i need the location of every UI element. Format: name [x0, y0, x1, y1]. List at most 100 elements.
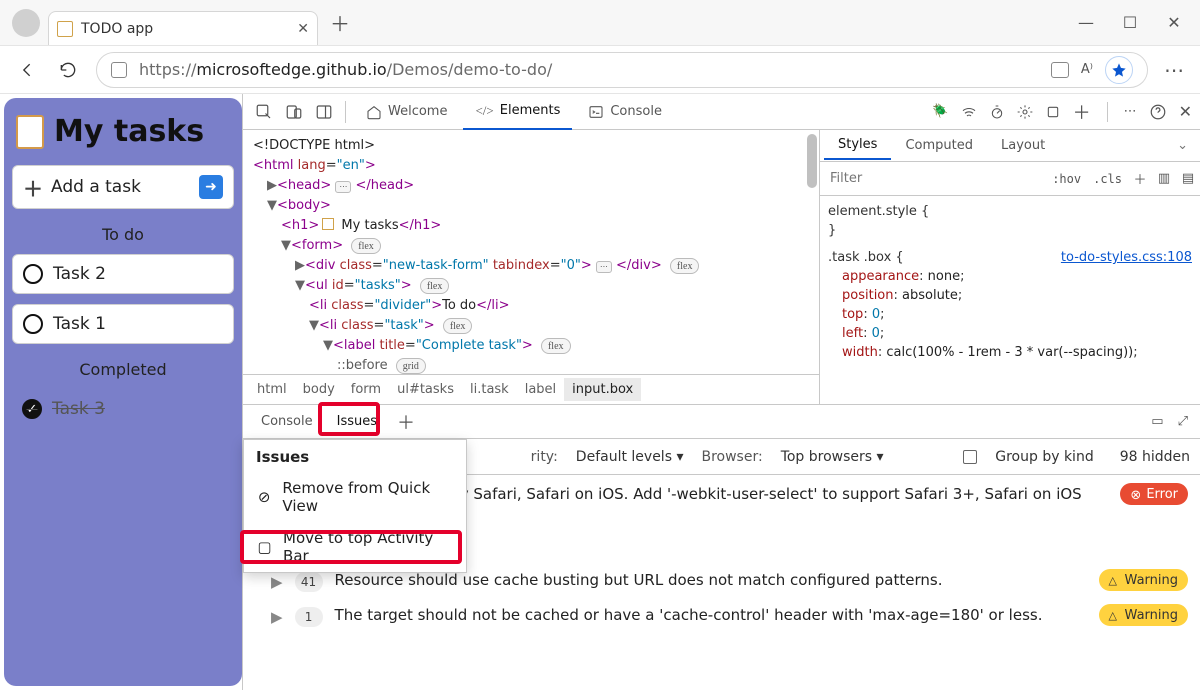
- drawer-tab-issues[interactable]: Issues: [325, 408, 389, 435]
- tab-layout[interactable]: Layout: [987, 132, 1059, 159]
- address-bar[interactable]: https://microsoftedge.github.io/Demos/de…: [96, 52, 1148, 88]
- checkbox-checked-icon[interactable]: [22, 399, 42, 419]
- crumb-selected[interactable]: input.box: [564, 378, 641, 401]
- tab-welcome[interactable]: Welcome: [354, 94, 459, 130]
- todo-app: My tasks ＋ Add a task ➜ To do Task 2 Tas…: [4, 98, 242, 686]
- close-tab-icon[interactable]: ✕: [297, 21, 309, 37]
- favorite-icon[interactable]: [1105, 56, 1133, 84]
- drawer-tab-console[interactable]: Console: [249, 408, 325, 435]
- task-item[interactable]: Task 2: [12, 254, 234, 294]
- hov-toggle[interactable]: :hov: [1046, 172, 1087, 186]
- crumb[interactable]: li.task: [462, 378, 517, 401]
- performance-icon[interactable]: [989, 104, 1005, 120]
- tab-favicon: [57, 21, 73, 37]
- site-info-icon[interactable]: [111, 62, 127, 78]
- more-icon[interactable]: ⋯: [1164, 58, 1184, 82]
- source-link[interactable]: to-do-styles.css:108: [1061, 248, 1192, 267]
- issue-count: 41: [295, 572, 323, 592]
- dock-icon[interactable]: [311, 99, 337, 125]
- breadcrumbs[interactable]: html body form ul#tasks li.task label in…: [243, 374, 819, 404]
- flexbox-overlay-icon[interactable]: ▥: [1152, 171, 1176, 186]
- more-tools-icon[interactable]: ⋯: [1124, 104, 1137, 119]
- refresh-button[interactable]: [56, 58, 80, 82]
- styles-tabs: Styles Computed Layout ⌄: [820, 130, 1200, 162]
- window-controls: — ☐ ✕: [1076, 13, 1192, 32]
- devtools-drawer: Console Issues ＋ ▭ ⤢ Issues rity: Defaul…: [243, 404, 1200, 690]
- group-by-kind-checkbox[interactable]: [963, 450, 977, 464]
- close-window-icon[interactable]: ✕: [1164, 13, 1184, 32]
- crumb[interactable]: html: [249, 378, 295, 401]
- issue-row[interactable]: ▶ 1 The target should not be cached or h…: [243, 598, 1200, 633]
- task-label: Task 1: [53, 314, 106, 334]
- section-todo: To do: [12, 225, 234, 244]
- styles-filter-input[interactable]: [820, 171, 1046, 186]
- dom-scrollbar[interactable]: [805, 134, 819, 364]
- task-label: Task 3: [52, 399, 105, 419]
- devtools-toolbar: Welcome </> Elements Console 🪲 ＋: [243, 94, 1200, 130]
- crumb[interactable]: ul#tasks: [389, 378, 462, 401]
- profile-avatar[interactable]: [12, 9, 40, 37]
- checkbox-icon[interactable]: [23, 314, 43, 334]
- network-conditions-icon[interactable]: [961, 104, 977, 120]
- add-task-input[interactable]: ＋ Add a task ➜: [12, 165, 234, 209]
- window-icon: ▢: [256, 538, 273, 556]
- drawer-expand-icon[interactable]: ⤢: [1178, 414, 1188, 429]
- maximize-icon[interactable]: ☐: [1120, 13, 1140, 32]
- plus-icon: ＋: [23, 173, 43, 202]
- task-item-completed[interactable]: Task 3: [12, 389, 234, 429]
- inspect-element-icon[interactable]: [251, 99, 277, 125]
- severity-dropdown[interactable]: Default levels ▾: [576, 449, 684, 465]
- crumb[interactable]: body: [295, 378, 343, 401]
- crumb[interactable]: form: [343, 378, 389, 401]
- checkbox-icon[interactable]: [23, 264, 43, 284]
- warning-badge: Warning: [1099, 569, 1188, 591]
- device-toggle-icon[interactable]: [281, 99, 307, 125]
- hidden-count[interactable]: 98 hidden: [1120, 449, 1190, 465]
- drawer-tabs: Console Issues ＋ ▭ ⤢: [243, 405, 1200, 439]
- add-task-placeholder: Add a task: [51, 177, 141, 197]
- styles-pane: Styles Computed Layout ⌄ :hov .cls ＋ ▥ ▤: [820, 130, 1200, 404]
- ctx-remove-quick-view[interactable]: ⊘ Remove from Quick View: [244, 472, 466, 522]
- tab-computed[interactable]: Computed: [891, 132, 987, 159]
- styles-rules[interactable]: element.style { } .task .box { to-do-sty…: [820, 196, 1200, 368]
- browser-dropdown[interactable]: Top browsers ▾: [781, 449, 884, 465]
- back-button[interactable]: [16, 58, 40, 82]
- issue-count: 1: [295, 607, 323, 627]
- read-aloud-icon[interactable]: A⁾: [1081, 62, 1093, 77]
- new-tab-button[interactable]: ＋: [326, 9, 354, 37]
- error-badge: Error: [1120, 483, 1188, 505]
- browser-tabstrip: TODO app ✕ ＋ — ☐ ✕: [0, 0, 1200, 46]
- unpin-icon: ⊘: [256, 488, 272, 506]
- chevron-down-icon[interactable]: ⌄: [1169, 138, 1196, 153]
- cls-toggle[interactable]: .cls: [1087, 172, 1128, 186]
- rendering-icon[interactable]: ▤: [1176, 171, 1200, 186]
- bug-icon[interactable]: 🪲: [932, 104, 948, 119]
- settings-gear-icon[interactable]: [1017, 104, 1033, 120]
- drawer-dock-icon[interactable]: ▭: [1151, 414, 1163, 429]
- help-icon[interactable]: [1149, 103, 1167, 121]
- tab-elements[interactable]: </> Elements: [463, 94, 572, 130]
- ctx-move-to-top[interactable]: ▢ Move to top Activity Bar: [244, 522, 466, 572]
- browser-tab[interactable]: TODO app ✕: [48, 11, 318, 45]
- tab-console[interactable]: Console: [576, 94, 674, 130]
- warning-badge: Warning: [1099, 604, 1188, 626]
- task-item[interactable]: Task 1: [12, 304, 234, 344]
- section-completed: Completed: [12, 360, 234, 379]
- close-devtools-icon[interactable]: ✕: [1179, 102, 1192, 121]
- tab-styles[interactable]: Styles: [824, 131, 891, 160]
- memory-icon[interactable]: [1045, 104, 1061, 120]
- app-logo-icon: [16, 115, 44, 149]
- submit-task-button[interactable]: ➜: [199, 175, 223, 199]
- page-title: My tasks: [16, 114, 230, 149]
- shopping-icon[interactable]: [1051, 62, 1069, 78]
- plus-tool-icon[interactable]: ＋: [1073, 99, 1091, 125]
- dom-tree[interactable]: <!DOCTYPE html> <html lang="en"> ▶<head>…: [243, 130, 819, 374]
- minimize-icon[interactable]: —: [1076, 13, 1096, 32]
- styles-filter-row: :hov .cls ＋ ▥ ▤: [820, 162, 1200, 196]
- crumb[interactable]: label: [517, 378, 564, 401]
- context-menu: Issues ⊘ Remove from Quick View ▢ Move t…: [243, 439, 467, 573]
- tab-title: TODO app: [81, 21, 153, 37]
- new-style-rule-icon[interactable]: ＋: [1128, 169, 1152, 188]
- drawer-plus-icon[interactable]: ＋: [389, 409, 423, 435]
- task-label: Task 2: [53, 264, 106, 284]
